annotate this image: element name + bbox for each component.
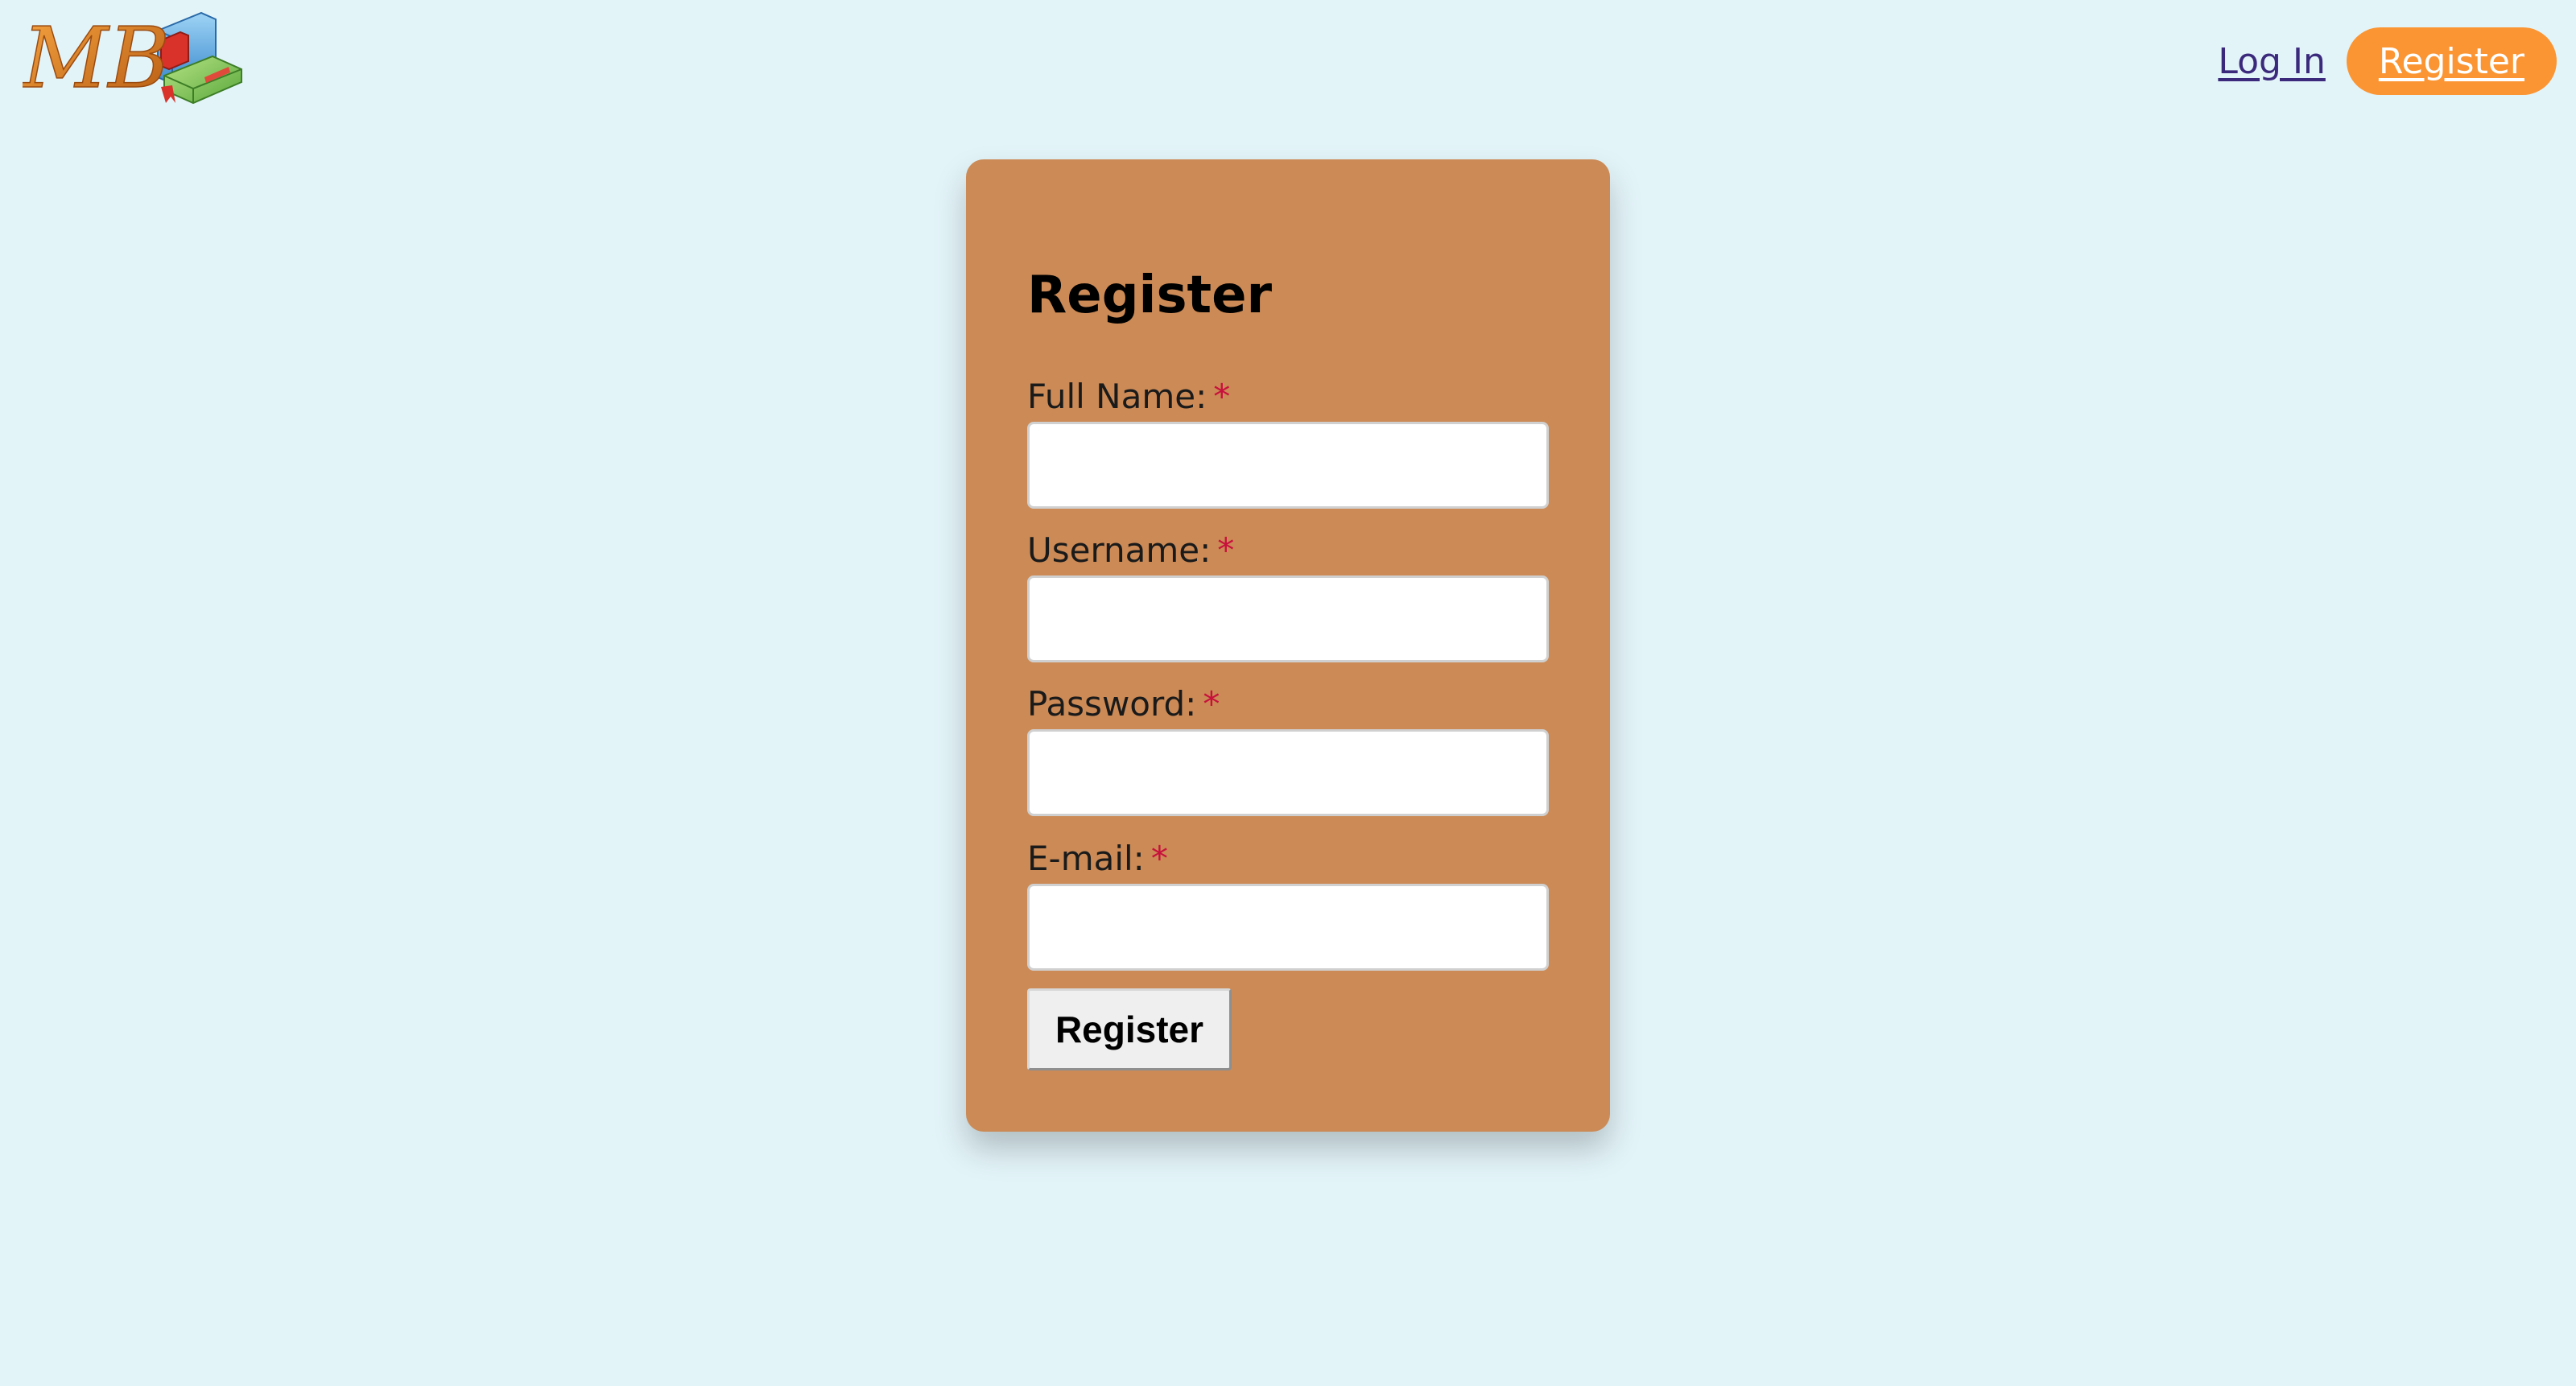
register-nav-button[interactable]: Register [2346,27,2557,95]
mb-books-logo-icon: MB [23,8,242,108]
username-label: Username: [1027,530,1212,570]
password-label: Password: [1027,684,1197,724]
site-logo[interactable]: MB [23,8,253,114]
required-marker: * [1213,377,1231,416]
form-title: Register [1027,266,1273,325]
email-label: E-mail: [1027,839,1145,878]
top-nav: Log In Register [2218,27,2557,95]
full-name-input[interactable] [1027,422,1549,509]
full-name-field: Full Name: * [1027,375,1549,509]
full-name-label: Full Name: [1027,377,1208,416]
password-input[interactable] [1027,729,1549,816]
svg-text:MB: MB [23,9,170,107]
required-marker: * [1217,530,1235,570]
login-link[interactable]: Log In [2218,41,2325,82]
register-form-card: Register Full Name: * Username: * Password… [966,159,1610,1132]
password-field: Password: * [1027,683,1549,816]
email-field: E-mail: * [1027,837,1549,971]
required-marker: * [1203,684,1220,724]
username-field: Username: * [1027,529,1549,662]
page: MB Log In Register Register Full Name: * … [0,0,2576,1386]
required-marker: * [1150,839,1168,878]
register-submit-button[interactable]: Register [1027,988,1232,1070]
username-input[interactable] [1027,575,1549,662]
email-input[interactable] [1027,884,1549,971]
